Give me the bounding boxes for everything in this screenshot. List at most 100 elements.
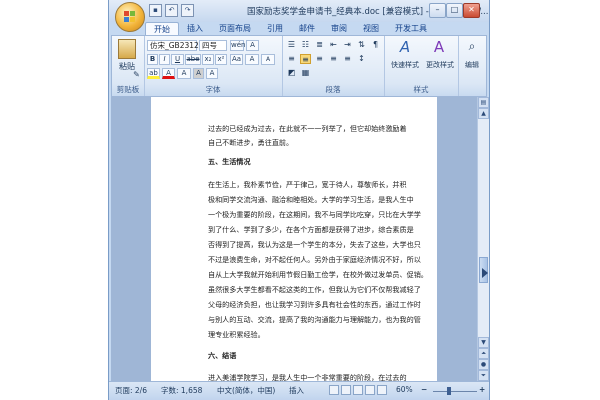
bold-button[interactable]: B	[147, 54, 158, 65]
minimize-button[interactable]: –	[429, 3, 446, 18]
highlight-button[interactable]: ab	[147, 68, 160, 79]
editing-button[interactable]: 编辑	[460, 60, 484, 70]
scroll-down-icon[interactable]: ▼	[478, 337, 489, 348]
zoom-slider[interactable]	[433, 391, 477, 392]
align-center-icon[interactable]: ≡	[300, 54, 311, 64]
distribute-icon[interactable]: ≡	[342, 54, 353, 64]
change-styles-button[interactable]: 更改样式	[422, 60, 458, 70]
doc-line: 过去的已经成为过去，在此就不一一列举了，但它却始终激励着	[208, 124, 407, 133]
office-logo-icon	[124, 11, 136, 23]
line-spacing-icon[interactable]: ↕	[356, 54, 367, 64]
previous-page-icon[interactable]: ⏶	[478, 348, 489, 359]
underline-button[interactable]: U	[171, 54, 184, 65]
numbering-icon[interactable]: ☷	[300, 40, 311, 50]
draft-view-icon[interactable]	[377, 385, 387, 395]
change-case-button[interactable]: Aa	[230, 54, 243, 65]
doc-line: 否得到了提高，我认为这是一个学生的本分，失去了这些，大学也只	[208, 240, 421, 249]
page-indicator[interactable]: 页面: 2/6	[115, 385, 147, 396]
undo-icon[interactable]: ↶	[165, 4, 178, 17]
find-icon[interactable]: ⌕	[464, 39, 480, 54]
paragraph-group-label: 段落	[325, 85, 341, 94]
grow-font-button[interactable]: A	[245, 54, 259, 65]
superscript-button[interactable]: x²	[215, 54, 227, 65]
vertical-scrollbar[interactable]: ▤ ▲ ▼ ⏶ ● ⏷	[477, 97, 489, 381]
word-count[interactable]: 字数: 1,658	[161, 385, 202, 396]
browse-object-icon[interactable]: ●	[478, 359, 489, 370]
outline-view-icon[interactable]	[365, 385, 375, 395]
tab-view[interactable]: 视图	[355, 22, 387, 35]
sort-icon[interactable]: ⇅	[356, 40, 367, 50]
change-styles-icon[interactable]: A	[430, 38, 448, 56]
quick-styles-button[interactable]: 快速样式	[386, 60, 424, 70]
font-group: 仿宋_GB2312 四号 wén A B I U abe x₂ x² Aa A …	[144, 36, 283, 96]
borders-icon[interactable]: ▦	[300, 68, 311, 78]
ruler-toggle-icon[interactable]: ▤	[478, 97, 489, 108]
close-button[interactable]: ✕	[463, 3, 480, 18]
paste-icon[interactable]	[118, 39, 136, 59]
font-size-select[interactable]: 四号	[199, 40, 227, 51]
strikethrough-button[interactable]: abe	[185, 54, 201, 65]
format-painter-icon[interactable]: ✎	[131, 70, 142, 80]
styles-group: A 快速样式 A 更改样式 样式	[384, 36, 459, 96]
maximize-button[interactable]: □	[446, 3, 463, 18]
title-bar: ▪ ↶ ↷ 国家励志奖学金申请书_经典本.doc [兼容模式] - Micros…	[109, 0, 489, 22]
full-screen-reading-icon[interactable]	[341, 385, 351, 395]
tab-developer[interactable]: 开发工具	[387, 22, 435, 35]
doc-line: 一个极为重要的阶段，在这期间，我不与同学比吃穿，只比在大学学	[208, 210, 421, 219]
font-name-select[interactable]: 仿宋_GB2312	[147, 40, 199, 51]
doc-line: 虽然很多大学生都看不起这类的工作，但我认为它们不仅帮我减轻了	[208, 285, 421, 294]
doc-line: 极和同学交流沟通、融洽和睦相处。大学的学习生活，是我人生中	[208, 195, 414, 204]
web-layout-icon[interactable]	[353, 385, 363, 395]
redo-icon[interactable]: ↷	[181, 4, 194, 17]
tab-home[interactable]: 开始	[145, 22, 179, 36]
bullets-icon[interactable]: ☰	[286, 40, 297, 50]
zoom-level[interactable]: 60%	[396, 385, 413, 394]
align-left-icon[interactable]: ≡	[286, 54, 297, 64]
doc-line: 不过是浪费生命，对不起任何人。另外由于家庭经济情况不好，所以	[208, 255, 421, 264]
print-layout-icon[interactable]	[329, 385, 339, 395]
doc-line: 自己不断进步，勇往直前。	[208, 138, 294, 147]
next-page-icon[interactable]: ⏷	[478, 370, 489, 381]
doc-line: 自从上大学我就开始利用节假日勤工俭学，在校外做过发单员、促销。	[208, 270, 428, 279]
phonetic-guide-button[interactable]: wén	[230, 40, 245, 51]
editing-group: ⌕ 编辑	[458, 36, 486, 96]
clear-format-button[interactable]: A	[177, 68, 191, 79]
align-right-icon[interactable]: ≡	[314, 54, 325, 64]
italic-button[interactable]: I	[159, 54, 170, 65]
decrease-indent-icon[interactable]: ⇤	[328, 40, 339, 50]
doc-line: 进入美浦学院学习，是我人生中一个非常重要的阶段，在过去的	[208, 373, 407, 381]
char-border-button[interactable]: A	[246, 40, 259, 51]
tab-review[interactable]: 审阅	[323, 22, 355, 35]
office-button[interactable]	[115, 2, 145, 32]
document-page[interactable]: 过去的已经成为过去，在此就不一一列举了，但它却始终激励着 自己不断进步，勇往直前…	[151, 97, 437, 381]
show-marks-icon[interactable]: ¶	[370, 40, 381, 50]
enclose-char-button[interactable]: A	[206, 68, 218, 79]
shrink-font-button[interactable]: A	[261, 54, 275, 65]
justify-icon[interactable]: ≡	[328, 54, 339, 64]
zoom-out-icon[interactable]: −	[421, 385, 427, 394]
word-window: ▪ ↶ ↷ 国家励志奖学金申请书_经典本.doc [兼容模式] - Micros…	[108, 0, 490, 400]
tab-insert[interactable]: 插入	[179, 22, 211, 35]
language-indicator[interactable]: 中文(简体，中国)	[217, 385, 275, 396]
doc-line: 到了什么、学到了多少，在各个方面都是获得了进步，综合素质是	[208, 225, 414, 234]
shading-icon[interactable]: ◩	[286, 68, 297, 78]
scroll-up-icon[interactable]: ▲	[478, 108, 489, 119]
ribbon-tabs: 开始 插入 页面布局 引用 邮件 审阅 视图 开发工具	[145, 22, 435, 36]
subscript-button[interactable]: x₂	[202, 54, 214, 65]
tab-mailings[interactable]: 邮件	[291, 22, 323, 35]
tab-page-layout[interactable]: 页面布局	[211, 22, 259, 35]
zoom-slider-knob[interactable]	[447, 387, 451, 395]
insert-mode[interactable]: 插入	[289, 385, 304, 396]
status-bar: 页面: 2/6 字数: 1,658 中文(简体，中国) 插入 60% − +	[109, 381, 489, 400]
font-color-button[interactable]: A	[162, 68, 175, 79]
zoom-in-icon[interactable]: +	[479, 385, 485, 394]
clipboard-group: 粘贴 ✎ 剪贴板	[112, 36, 145, 96]
tab-references[interactable]: 引用	[259, 22, 291, 35]
increase-indent-icon[interactable]: ⇥	[342, 40, 353, 50]
doc-line: 理专业积累经验。	[208, 330, 265, 339]
multilevel-list-icon[interactable]: ≣	[314, 40, 325, 50]
clipboard-group-label: 剪贴板	[116, 85, 140, 94]
char-shading-button[interactable]: A	[193, 68, 204, 79]
quick-styles-icon[interactable]: A	[396, 38, 414, 56]
save-icon[interactable]: ▪	[149, 4, 162, 17]
